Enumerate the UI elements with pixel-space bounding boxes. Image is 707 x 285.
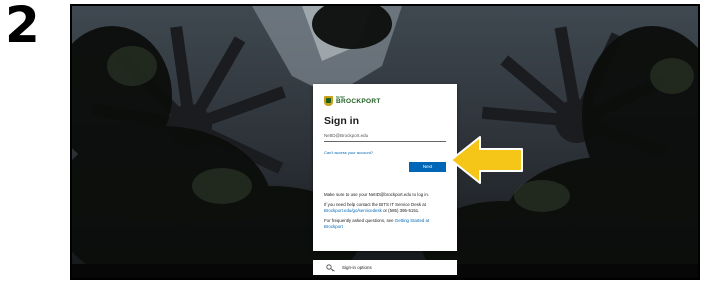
signin-options-label: Sign-in options: [342, 265, 372, 270]
next-button[interactable]: Next: [409, 162, 446, 172]
step-number: 2: [5, 0, 40, 54]
info-help-suffix: or (585) 395-5151.: [381, 208, 420, 213]
servicedesk-link[interactable]: Brockport.edu/go/servicedesk: [324, 208, 382, 213]
signin-info-text: Make sure to use your NetID@brockport.ed…: [324, 192, 446, 234]
signin-card: SUNY BROCKPORT Sign in Can't access your…: [313, 84, 457, 251]
info-help-prefix: If you need help contact the BITS IT Ser…: [324, 202, 426, 207]
brockport-shield-icon: [324, 96, 333, 106]
signin-options-button[interactable]: Sign-in options: [313, 260, 457, 275]
cant-access-link[interactable]: Can't access your account?: [324, 150, 373, 155]
screenshot-frame: SUNY BROCKPORT Sign in Can't access your…: [70, 4, 700, 280]
info-netid-note: Make sure to use your NetID@brockport.ed…: [324, 192, 430, 197]
brockport-logo: SUNY BROCKPORT: [324, 96, 381, 106]
info-faq-note: For frequently asked questions, see Gett…: [324, 218, 446, 230]
username-input[interactable]: [324, 130, 446, 142]
yellow-arrow-icon: [450, 136, 523, 184]
info-faq-prefix: For frequently asked questions, see: [324, 218, 394, 223]
info-help-note: If you need help contact the BITS IT Ser…: [324, 202, 446, 214]
logo-name-text: BROCKPORT: [336, 98, 381, 106]
signin-title: Sign in: [324, 115, 359, 127]
key-icon: [326, 263, 335, 272]
